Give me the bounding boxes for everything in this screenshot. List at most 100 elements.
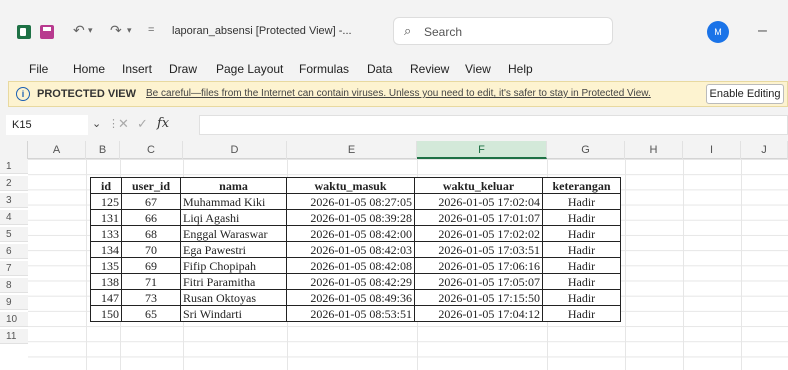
chevron-down-icon[interactable]: ⌄ xyxy=(92,117,101,130)
row-header[interactable]: 11 xyxy=(0,329,28,344)
cell-waktu-masuk[interactable]: 2026-01-05 08:42:08 xyxy=(286,257,415,274)
cell-waktu-keluar[interactable]: 2026-01-05 17:03:51 xyxy=(414,241,543,258)
cell-waktu-keluar[interactable]: 2026-01-05 17:02:04 xyxy=(414,193,543,210)
customize-toolbar-icon[interactable]: = xyxy=(148,22,154,38)
header-waktu-masuk[interactable]: waktu_masuk xyxy=(286,177,415,194)
cancel-icon[interactable]: ✕ xyxy=(118,116,129,132)
column-header-j[interactable]: J xyxy=(741,141,788,159)
column-header-g[interactable]: G xyxy=(547,141,625,159)
tab-review[interactable]: Review xyxy=(410,62,449,76)
cell-id[interactable]: 131 xyxy=(90,209,122,226)
column-header-i[interactable]: I xyxy=(683,141,741,159)
cell-user-id[interactable]: 73 xyxy=(121,289,181,306)
header-nama[interactable]: nama xyxy=(180,177,287,194)
cell-nama[interactable]: Ega Pawestri xyxy=(180,241,287,258)
cell-keterangan[interactable]: Hadir xyxy=(542,305,621,322)
cell-waktu-keluar[interactable]: 2026-01-05 17:02:02 xyxy=(414,225,543,242)
name-box[interactable]: K15 xyxy=(6,115,88,135)
tab-draw[interactable]: Draw xyxy=(169,62,197,76)
cell-id[interactable]: 150 xyxy=(90,305,122,322)
cell-waktu-keluar[interactable]: 2026-01-05 17:01:07 xyxy=(414,209,543,226)
row-header[interactable]: 3 xyxy=(0,193,28,208)
formula-input[interactable] xyxy=(199,115,788,135)
cell-nama[interactable]: Muhammad Kiki xyxy=(180,193,287,210)
column-header-d[interactable]: D xyxy=(183,141,287,159)
cell-id[interactable]: 125 xyxy=(90,193,122,210)
column-header-a[interactable]: A xyxy=(28,141,86,159)
cell-user-id[interactable]: 67 xyxy=(121,193,181,210)
row-header[interactable]: 8 xyxy=(0,278,28,293)
cell-user-id[interactable]: 65 xyxy=(121,305,181,322)
column-header-e[interactable]: E xyxy=(287,141,417,159)
column-header-b[interactable]: B xyxy=(86,141,120,159)
row-header[interactable]: 10 xyxy=(0,312,28,327)
cell-keterangan[interactable]: Hadir xyxy=(542,193,621,210)
undo-icon[interactable]: ↶ xyxy=(73,22,85,38)
save-icon[interactable] xyxy=(40,25,54,39)
header-user-id[interactable]: user_id xyxy=(121,177,181,194)
cell-waktu-masuk[interactable]: 2026-01-05 08:39:28 xyxy=(286,209,415,226)
minimize-icon[interactable]: – xyxy=(758,22,767,40)
column-header-f[interactable]: F xyxy=(417,141,547,159)
cell-waktu-masuk[interactable]: 2026-01-05 08:49:36 xyxy=(286,289,415,306)
column-header-c[interactable]: C xyxy=(120,141,183,159)
cell-keterangan[interactable]: Hadir xyxy=(542,257,621,274)
cell-nama[interactable]: Rusan Oktoyas xyxy=(180,289,287,306)
redo-icon[interactable]: ↷ xyxy=(110,22,122,38)
cell-waktu-masuk[interactable]: 2026-01-05 08:53:51 xyxy=(286,305,415,322)
cell-user-id[interactable]: 71 xyxy=(121,273,181,290)
tab-insert[interactable]: Insert xyxy=(122,62,152,76)
select-all-corner[interactable] xyxy=(0,141,28,159)
tab-home[interactable]: Home xyxy=(73,62,105,76)
row-header[interactable]: 9 xyxy=(0,295,28,310)
search-box[interactable]: ⌕ Search xyxy=(393,17,613,45)
cell-id[interactable]: 138 xyxy=(90,273,122,290)
protected-view-message[interactable]: Be careful—files from the Internet can c… xyxy=(146,88,651,99)
cell-nama[interactable]: Fitri Paramitha xyxy=(180,273,287,290)
cell-nama[interactable]: Enggal Waraswar xyxy=(180,225,287,242)
cell-id[interactable]: 133 xyxy=(90,225,122,242)
tab-help[interactable]: Help xyxy=(508,62,533,76)
header-keterangan[interactable]: keterangan xyxy=(542,177,621,194)
tab-formulas[interactable]: Formulas xyxy=(299,62,349,76)
cell-waktu-masuk[interactable]: 2026-01-05 08:42:03 xyxy=(286,241,415,258)
cell-waktu-masuk[interactable]: 2026-01-05 08:42:00 xyxy=(286,225,415,242)
cell-id[interactable]: 135 xyxy=(90,257,122,274)
cell-user-id[interactable]: 66 xyxy=(121,209,181,226)
cell-keterangan[interactable]: Hadir xyxy=(542,289,621,306)
cell-id[interactable]: 134 xyxy=(90,241,122,258)
spreadsheet-grid[interactable]: A B C D E F G H I J 1 2 3 4 5 6 7 8 9 10… xyxy=(0,141,788,370)
cell-nama[interactable]: Sri Windarti xyxy=(180,305,287,322)
cell-keterangan[interactable]: Hadir xyxy=(542,209,621,226)
header-waktu-keluar[interactable]: waktu_keluar xyxy=(414,177,543,194)
insert-function-icon[interactable]: fx xyxy=(157,116,169,131)
cell-user-id[interactable]: 69 xyxy=(121,257,181,274)
cell-waktu-keluar[interactable]: 2026-01-05 17:15:50 xyxy=(414,289,543,306)
redo-dropdown-icon[interactable]: ▾ xyxy=(127,22,132,38)
cell-nama[interactable]: Liqi Agashi xyxy=(180,209,287,226)
cell-id[interactable]: 147 xyxy=(90,289,122,306)
cell-user-id[interactable]: 70 xyxy=(121,241,181,258)
row-header[interactable]: 2 xyxy=(0,176,28,191)
header-id[interactable]: id xyxy=(90,177,122,194)
row-header[interactable]: 1 xyxy=(0,159,28,174)
cell-waktu-masuk[interactable]: 2026-01-05 08:42:29 xyxy=(286,273,415,290)
column-header-h[interactable]: H xyxy=(625,141,683,159)
cell-keterangan[interactable]: Hadir xyxy=(542,241,621,258)
row-header[interactable]: 7 xyxy=(0,261,28,276)
row-header[interactable]: 4 xyxy=(0,210,28,225)
avatar[interactable]: M xyxy=(707,21,729,43)
row-header[interactable]: 6 xyxy=(0,244,28,259)
cell-user-id[interactable]: 68 xyxy=(121,225,181,242)
undo-dropdown-icon[interactable]: ▾ xyxy=(88,22,93,38)
enter-check-icon[interactable]: ✓ xyxy=(137,116,148,132)
cell-nama[interactable]: Fifip Chopipah xyxy=(180,257,287,274)
cell-keterangan[interactable]: Hadir xyxy=(542,225,621,242)
tab-file[interactable]: File xyxy=(29,62,48,76)
cell-keterangan[interactable]: Hadir xyxy=(542,273,621,290)
enable-editing-button[interactable]: Enable Editing xyxy=(706,84,784,104)
cell-waktu-keluar[interactable]: 2026-01-05 17:05:07 xyxy=(414,273,543,290)
cell-waktu-masuk[interactable]: 2026-01-05 08:27:05 xyxy=(286,193,415,210)
tab-view[interactable]: View xyxy=(465,62,491,76)
tab-page-layout[interactable]: Page Layout xyxy=(216,62,283,76)
